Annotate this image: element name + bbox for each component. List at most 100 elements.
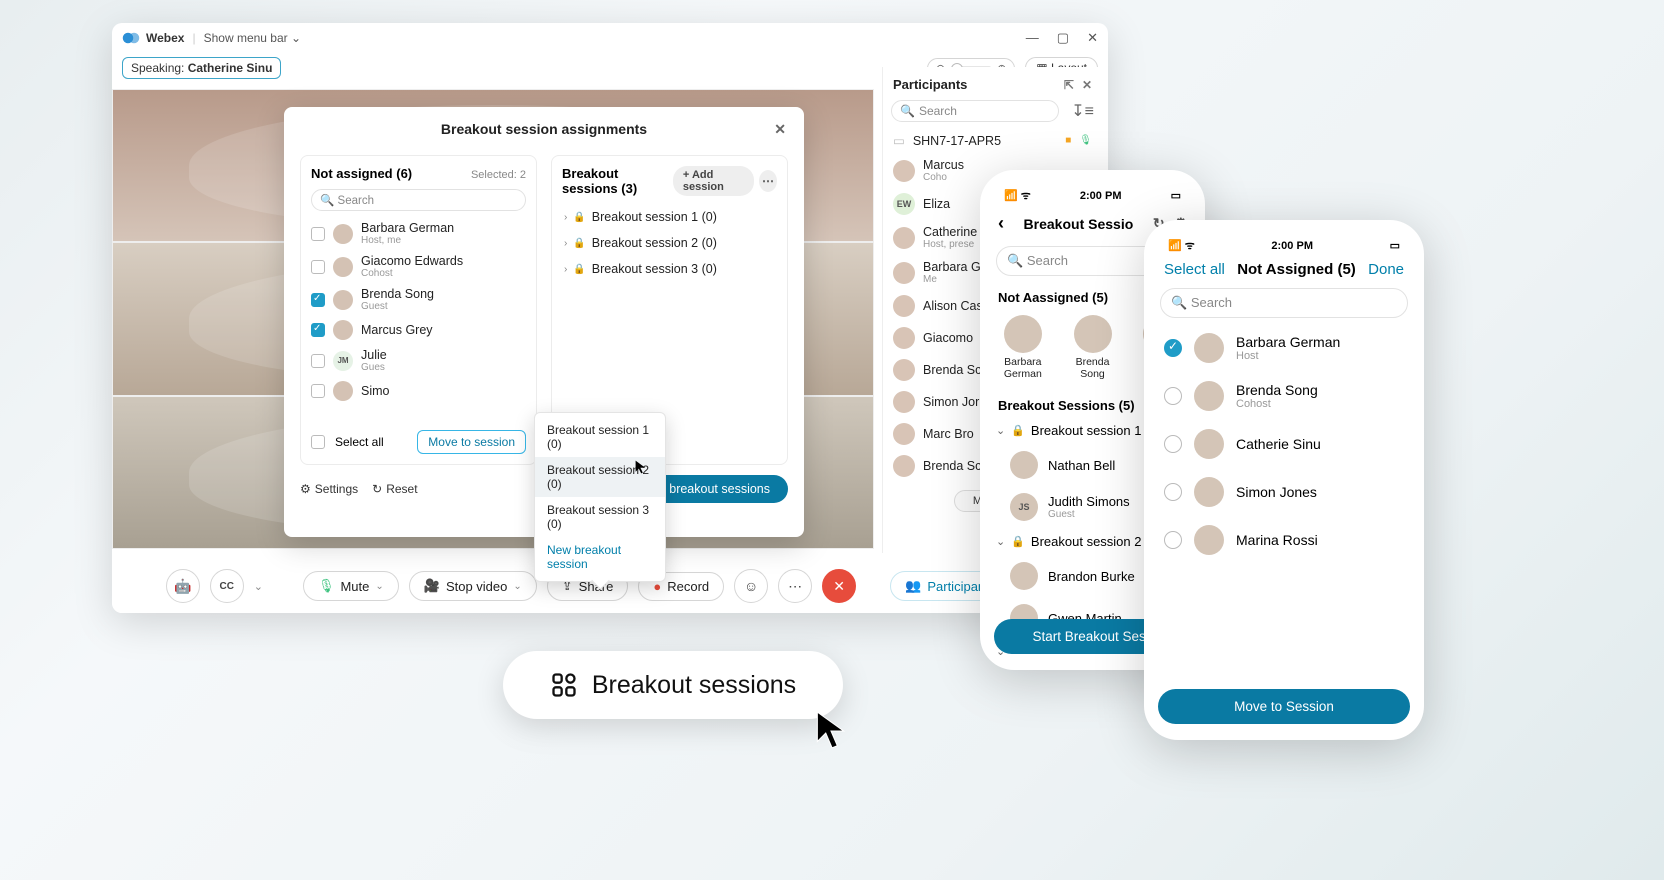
selectable-person-row[interactable]: Catherie Sinu: [1156, 420, 1412, 468]
move-to-session-mobile-button[interactable]: Move to Session: [1158, 689, 1410, 724]
status-time: 2:00 PM: [1080, 190, 1122, 202]
avatar: [893, 295, 915, 317]
session-name: Breakout session 3 (0): [592, 262, 717, 276]
person-checkbox[interactable]: [311, 384, 325, 398]
menu-item[interactable]: Breakout session 1 (0): [535, 417, 665, 457]
select-all-link[interactable]: Select all: [1164, 261, 1225, 278]
move-to-session-button[interactable]: Move to session: [417, 430, 526, 454]
person-row[interactable]: JMJulieGues: [311, 344, 526, 377]
close-button[interactable]: ✕: [1087, 30, 1098, 46]
cc-button[interactable]: CC: [210, 569, 244, 603]
mobile-header: Select all Not Assigned (5) Done: [1156, 257, 1412, 282]
show-menu-bar[interactable]: Show menu bar ⌄: [204, 31, 301, 45]
avatar: [893, 327, 915, 349]
menu-item[interactable]: Breakout session 3 (0): [535, 497, 665, 537]
chevron-right-icon: ›: [564, 212, 567, 223]
avatar: [893, 455, 915, 477]
maximize-button[interactable]: ▢: [1057, 30, 1069, 46]
reactions-button[interactable]: ☺: [734, 569, 768, 603]
move-to-session-menu: Breakout session 1 (0)Breakout session 2…: [534, 412, 666, 582]
person-name: Julie: [361, 348, 387, 362]
close-panel-icon[interactable]: ✕: [1082, 78, 1092, 92]
not-assigned-column: Not assigned (6) Selected: 2 🔍 Search Ba…: [300, 155, 537, 465]
sort-icon[interactable]: ↧≡: [1071, 101, 1094, 121]
sessions-more-button[interactable]: ⋯: [759, 170, 777, 192]
participants-search-input[interactable]: 🔍 Search: [891, 100, 1059, 122]
avatar: [333, 257, 353, 277]
avatar: JS: [1010, 493, 1038, 521]
selectable-person-row[interactable]: Barbara GermanHost: [1156, 324, 1412, 372]
breakout-sessions-pill[interactable]: Breakout sessions: [503, 651, 843, 719]
app-name: Webex: [146, 31, 184, 45]
selectable-person-row[interactable]: Brenda SongCohost: [1156, 372, 1412, 420]
select-all-checkbox[interactable]: [311, 435, 325, 449]
avatar-item[interactable]: BarbaraGerman: [994, 315, 1052, 380]
status-time: 2:00 PM: [1271, 240, 1313, 252]
select-all-label[interactable]: Select all: [335, 435, 384, 449]
not-assigned-search-input[interactable]: 🔍 Search: [311, 189, 526, 211]
person-checkbox[interactable]: [311, 260, 325, 274]
people-icon: 👥: [905, 578, 921, 594]
person-role: Guest: [361, 301, 434, 312]
chevron-down-icon: ⌄: [996, 424, 1005, 437]
session-row[interactable]: ›🔒Breakout session 1 (0): [562, 204, 777, 230]
session-row[interactable]: ›🔒Breakout session 2 (0): [562, 230, 777, 256]
person-checkbox[interactable]: [311, 227, 325, 241]
group-label: Breakout session 1 (2): [1031, 423, 1161, 438]
back-button[interactable]: ‹: [998, 213, 1004, 234]
search-icon: 🔍: [1171, 295, 1187, 310]
popout-icon[interactable]: ⇱: [1064, 78, 1074, 92]
reset-icon: ↻: [372, 482, 382, 496]
person-radio[interactable]: [1164, 435, 1182, 453]
person-role: Cohost: [361, 268, 463, 279]
avatar: [1194, 429, 1224, 459]
avatar: [333, 381, 353, 401]
person-checkbox[interactable]: [311, 293, 325, 307]
selectable-person-row[interactable]: Marina Rossi: [1156, 516, 1412, 564]
mobile-not-assigned-screen: 📶 ᯤ 2:00 PM ▭ Select all Not Assigned (5…: [1144, 220, 1424, 740]
done-link[interactable]: Done: [1368, 261, 1404, 278]
sessions-header: Breakout sessions (3): [562, 166, 673, 196]
minimize-button[interactable]: ―: [1026, 30, 1039, 46]
camera-icon: ■: [1065, 135, 1071, 146]
end-call-button[interactable]: ✕: [822, 569, 856, 603]
person-row[interactable]: Giacomo EdwardsCohost: [311, 250, 526, 283]
chevron-down-icon[interactable]: ⌄: [254, 580, 263, 593]
chevron-down-icon[interactable]: ⌄: [513, 581, 521, 592]
modal-title: Breakout session assignments ✕: [300, 121, 788, 137]
session-row[interactable]: ›🔒Breakout session 3 (0): [562, 256, 777, 282]
more-button[interactable]: ⋯: [778, 569, 812, 603]
mobile-search-input[interactable]: 🔍 Search: [1160, 288, 1408, 318]
person-radio[interactable]: [1164, 531, 1182, 549]
meeting-id: SHN7-17-APR5: [913, 134, 1057, 148]
chevron-down-icon[interactable]: ⌄: [375, 581, 383, 592]
add-session-button[interactable]: + Add session: [673, 166, 754, 196]
avatar-name: BrendaSong: [1064, 357, 1122, 380]
person-radio[interactable]: [1164, 483, 1182, 501]
person-row[interactable]: Brenda SongGuest: [311, 283, 526, 316]
person-radio[interactable]: [1164, 387, 1182, 405]
selected-count: Selected: 2: [471, 169, 526, 181]
session-name: Breakout session 2 (0): [592, 236, 717, 250]
modal-close-button[interactable]: ✕: [774, 121, 786, 138]
person-name: Brenda Song: [361, 287, 434, 301]
new-breakout-session-item[interactable]: New breakout session: [535, 537, 665, 577]
person-checkbox[interactable]: [311, 323, 325, 337]
person-row[interactable]: Marcus Grey: [311, 316, 526, 344]
stop-video-button[interactable]: 🎥Stop video⌄: [409, 571, 537, 601]
person-name: Marina Rossi: [1236, 532, 1318, 548]
lock-icon: 🔒: [573, 212, 585, 223]
person-name: Barbara German: [361, 221, 454, 235]
person-checkbox[interactable]: [311, 354, 325, 368]
person-row[interactable]: Simo: [311, 377, 526, 405]
selectable-person-row[interactable]: Simon Jones: [1156, 468, 1412, 516]
settings-link[interactable]: ⚙Settings: [300, 482, 358, 496]
participants-header: Participants ⇱ ✕: [891, 73, 1094, 100]
assistant-icon[interactable]: 🤖: [166, 569, 200, 603]
avatar-item[interactable]: BrendaSong: [1064, 315, 1122, 380]
person-radio[interactable]: [1164, 339, 1182, 357]
reset-link[interactable]: ↻Reset: [372, 482, 417, 496]
avatar: EW: [893, 193, 915, 215]
mute-button[interactable]: 🎙Mute⌄: [303, 571, 399, 601]
person-row[interactable]: Barbara GermanHost, me: [311, 217, 526, 250]
